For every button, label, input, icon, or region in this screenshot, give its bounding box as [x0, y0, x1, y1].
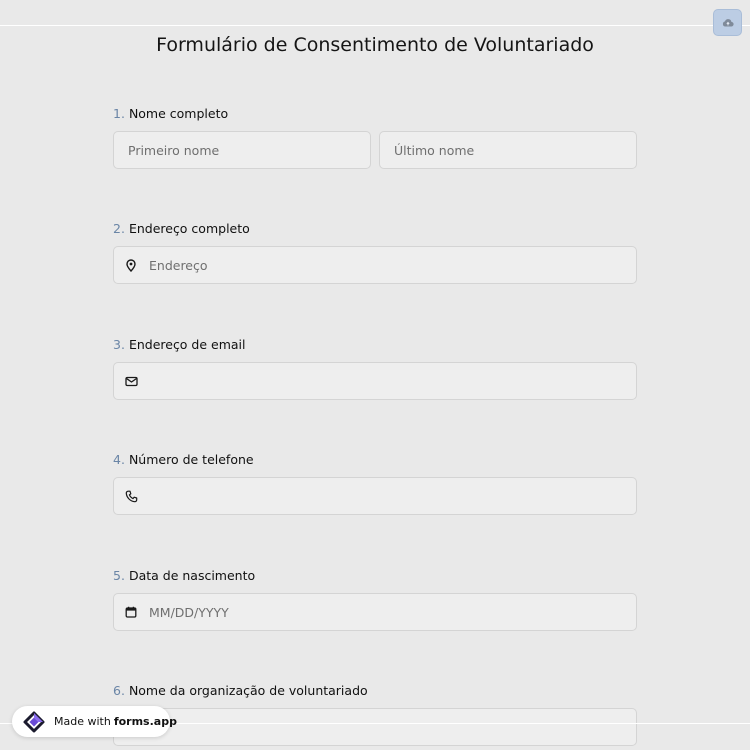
- question-address: 2. Endereço completo Endereço: [113, 221, 637, 284]
- birth-date-input[interactable]: MM/DD/YYYY: [113, 593, 637, 631]
- organization-input[interactable]: [113, 708, 637, 746]
- question-text: Nome completo: [128, 106, 229, 121]
- form-title: Formulário de Consentimento de Voluntari…: [156, 34, 594, 56]
- question-birth-date: 5. Data de nascimento MM/DD/YYYY: [113, 568, 637, 631]
- address-input[interactable]: Endereço: [113, 246, 637, 284]
- question-label: 5. Data de nascimento: [113, 568, 637, 584]
- question-number: 6.: [113, 683, 125, 698]
- question-number: 3.: [113, 337, 125, 352]
- birth-date-placeholder: MM/DD/YYYY: [149, 604, 229, 620]
- calendar-icon: [123, 604, 139, 620]
- forms-app-logo-icon: [20, 709, 48, 735]
- question-text: Nome da organização de voluntariado: [128, 683, 368, 698]
- address-placeholder: Endereço: [149, 257, 208, 273]
- question-text: Data de nascimento: [128, 568, 256, 583]
- first-name-placeholder: Primeiro nome: [128, 142, 220, 158]
- question-full-name: 1. Nome completo Primeiro nome Último nom…: [113, 106, 637, 169]
- email-input[interactable]: [113, 362, 637, 400]
- question-text: Número de telefone: [128, 452, 254, 467]
- question-text: Endereço de email: [128, 337, 246, 352]
- envelope-icon: [123, 373, 139, 389]
- question-label: 3. Endereço de email: [113, 337, 637, 353]
- question-label: 2. Endereço completo: [113, 221, 637, 237]
- question-text: Endereço completo: [128, 221, 250, 236]
- phone-input[interactable]: [113, 477, 637, 515]
- header-divider: [0, 25, 750, 26]
- made-with-forms-app-badge[interactable]: Made with forms.app: [12, 706, 177, 737]
- question-number: 5.: [113, 568, 125, 583]
- question-email: 3. Endereço de email: [113, 337, 637, 400]
- question-phone: 4. Número de telefone: [113, 452, 637, 515]
- question-label: 4. Número de telefone: [113, 452, 637, 468]
- question-number: 2.: [113, 221, 125, 236]
- badge-brand: forms.app: [113, 715, 177, 728]
- last-name-placeholder: Último nome: [394, 142, 475, 158]
- question-label: 1. Nome completo: [113, 106, 637, 122]
- question-number: 1.: [113, 106, 125, 121]
- question-number: 4.: [113, 452, 125, 467]
- question-label: 6. Nome da organização de voluntariado: [113, 683, 637, 699]
- question-organization: 6. Nome da organização de voluntariado: [113, 683, 637, 746]
- first-name-input[interactable]: Primeiro nome: [113, 131, 371, 169]
- last-name-input[interactable]: Último nome: [379, 131, 637, 169]
- badge-prefix: Made with: [54, 715, 111, 728]
- phone-icon: [123, 488, 139, 504]
- map-pin-icon: [123, 257, 139, 273]
